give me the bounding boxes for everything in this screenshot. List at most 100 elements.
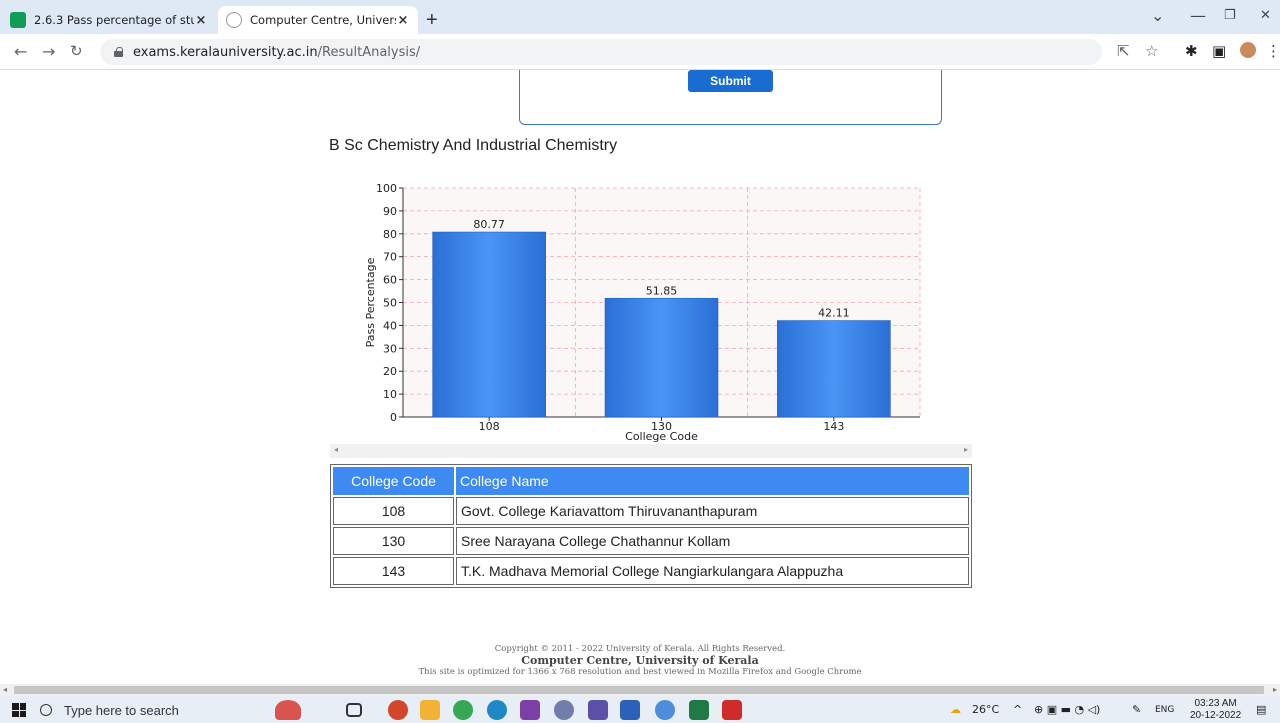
tab-title: Computer Centre, University of K (250, 13, 396, 27)
tray-icons[interactable]: ⊕ ▣ ▬ ◔ ◁) (1034, 703, 1100, 716)
header-college-name: College Name (456, 467, 969, 495)
tab-computer-centre[interactable]: Computer Centre, University of K × (218, 6, 418, 34)
chart-scrollbar[interactable]: ◂ ▸ (330, 444, 972, 458)
windows-start-icon[interactable] (12, 703, 26, 717)
y-tick-label: 60 (383, 274, 397, 287)
page-footer: Copyright © 2011 - 2022 University of Ke… (0, 644, 1280, 677)
bar-value-label: 80.77 (473, 218, 505, 231)
url-field[interactable]: exams.keralauniversity.ac.in/ResultAnaly… (100, 39, 1102, 65)
scroll-thumb[interactable] (14, 686, 1264, 694)
close-icon[interactable]: × (396, 13, 410, 28)
scroll-left-icon[interactable]: ◂ (334, 445, 338, 454)
bookmark-star-icon[interactable]: ☆ (1145, 42, 1158, 60)
copyright-text: Copyright © 2011 - 2022 University of Ke… (494, 644, 786, 654)
table-row: 108 Govt. College Kariavattom Thiruvanan… (333, 497, 969, 525)
url-host: exams.keralauniversity.ac.in (133, 44, 318, 60)
y-tick-label: 70 (383, 251, 397, 264)
y-tick-label: 90 (383, 205, 397, 218)
side-panel-icon[interactable]: ▣ (1212, 42, 1226, 60)
header-college-code: College Code (333, 467, 454, 495)
new-tab-button[interactable]: + (426, 10, 438, 30)
x-axis-title: College Code (625, 430, 698, 443)
word-icon[interactable] (620, 700, 640, 720)
chrome-icon[interactable] (453, 700, 473, 720)
app-icon[interactable] (588, 700, 608, 720)
college-code-cell: 108 (333, 497, 454, 525)
weather-temp[interactable]: 26°C (972, 703, 999, 716)
task-view-icon[interactable] (346, 703, 362, 717)
search-icon (40, 704, 52, 716)
lock-icon (114, 47, 123, 57)
y-tick-label: 10 (383, 388, 397, 401)
scroll-right-icon[interactable]: ▸ (1273, 685, 1277, 694)
chart-svg: 010203040506070809010080.7710851.8513042… (364, 182, 921, 443)
tab-title: 2.6.3 Pass percentage of student (34, 13, 194, 27)
bar (432, 231, 546, 418)
college-table: College Code College Name 108 Govt. Coll… (330, 464, 972, 588)
clock[interactable]: 03:23 AM 20-12-2022 (1190, 698, 1241, 722)
footer-note: This site is optimized for 1366 x 768 re… (418, 667, 862, 677)
y-tick-label: 100 (376, 182, 397, 195)
college-name-cell: Govt. College Kariavattom Thiruvananthap… (456, 497, 969, 525)
profile-avatar[interactable] (1240, 42, 1256, 58)
weather-icon[interactable]: ☁ (950, 703, 961, 716)
bar (777, 320, 891, 418)
onenote-icon[interactable] (520, 700, 540, 720)
clock-date: 20-12-2022 (1190, 710, 1242, 721)
x-tick-label: 143 (823, 420, 844, 433)
notifications-icon[interactable]: ▤ (1256, 703, 1266, 716)
table-row: 130 Sree Narayana College Chathannur Kol… (333, 527, 969, 555)
y-axis-title: Pass Percentage (364, 257, 377, 347)
address-bar: ← → ↻ exams.keralauniversity.ac.in/Resul… (0, 34, 1280, 70)
edge-icon[interactable] (487, 700, 507, 720)
file-explorer-icon[interactable] (420, 700, 440, 720)
maximize-button[interactable]: ❐ (1224, 8, 1236, 23)
submit-button[interactable]: Submit (688, 70, 773, 92)
bar-value-label: 42.11 (818, 307, 850, 320)
taskbar: Type here to search ☁ 26°C ^ ⊕ ▣ ▬ ◔ ◁) … (0, 696, 1280, 723)
table-header-row: College Code College Name (333, 467, 969, 495)
table-row: 143 T.K. Madhava Memorial College Nangia… (333, 557, 969, 585)
reload-icon[interactable]: ↻ (70, 42, 83, 60)
footer-org: Computer Centre, University of Kerala (521, 654, 759, 667)
close-window-button[interactable]: ✕ (1260, 8, 1271, 23)
y-tick-label: 50 (383, 297, 397, 310)
sheets-icon (10, 12, 26, 28)
show-hidden-icons[interactable]: ^ (1013, 703, 1022, 716)
college-code-cell: 143 (333, 557, 454, 585)
app-icon[interactable] (554, 700, 574, 720)
acrobat-icon[interactable] (722, 700, 742, 720)
pen-icon[interactable]: ✎ (1132, 703, 1141, 716)
pass-percentage-chart: 0 10 20 30 40 50 60 70 80 90 100 80.77 108 51.85 130 42… (330, 180, 970, 445)
y-tick-label: 20 (383, 365, 397, 378)
widgets-icon[interactable] (275, 700, 301, 720)
excel-icon[interactable] (689, 700, 709, 720)
menu-icon[interactable]: ⋮ (1266, 42, 1280, 60)
minimize-button[interactable]: — (1190, 6, 1206, 25)
y-tick-label: 0 (390, 411, 397, 424)
scroll-right-icon[interactable]: ▸ (964, 445, 968, 454)
course-title: B Sc Chemistry And Industrial Chemistry (329, 137, 618, 154)
y-tick-label: 30 (383, 342, 397, 355)
x-tick-label: 108 (479, 420, 500, 433)
language-indicator[interactable]: ENG (1155, 705, 1174, 715)
y-tick-label: 40 (383, 319, 397, 332)
clock-time: 03:23 AM (1194, 698, 1237, 709)
powerpoint-icon[interactable] (388, 700, 408, 720)
tab-pass-percentage[interactable]: 2.6.3 Pass percentage of student × (2, 6, 216, 34)
back-icon[interactable]: ← (14, 42, 27, 61)
college-name-cell: T.K. Madhava Memorial College Nangiarkul… (456, 557, 969, 585)
page-content: Submit B Sc Chemistry And Industrial Che… (0, 70, 1280, 684)
close-icon[interactable]: × (194, 13, 208, 28)
page-horizontal-scrollbar[interactable]: ◂ ▸ (0, 684, 1280, 696)
search-placeholder: Type here to search (64, 702, 179, 718)
extensions-icon[interactable]: ✱ (1185, 42, 1198, 60)
tab-bar: 2.6.3 Pass percentage of student × Compu… (0, 0, 1280, 34)
taskbar-search[interactable]: Type here to search (40, 697, 260, 723)
scroll-left-icon[interactable]: ◂ (3, 685, 7, 694)
tab-search-icon[interactable]: ⌄ (1151, 6, 1164, 25)
bar-value-label: 51.85 (646, 284, 678, 297)
forward-icon[interactable]: → (42, 42, 55, 61)
chrome-profile-icon[interactable] (655, 700, 675, 720)
share-icon[interactable]: ⇱ (1117, 42, 1130, 60)
